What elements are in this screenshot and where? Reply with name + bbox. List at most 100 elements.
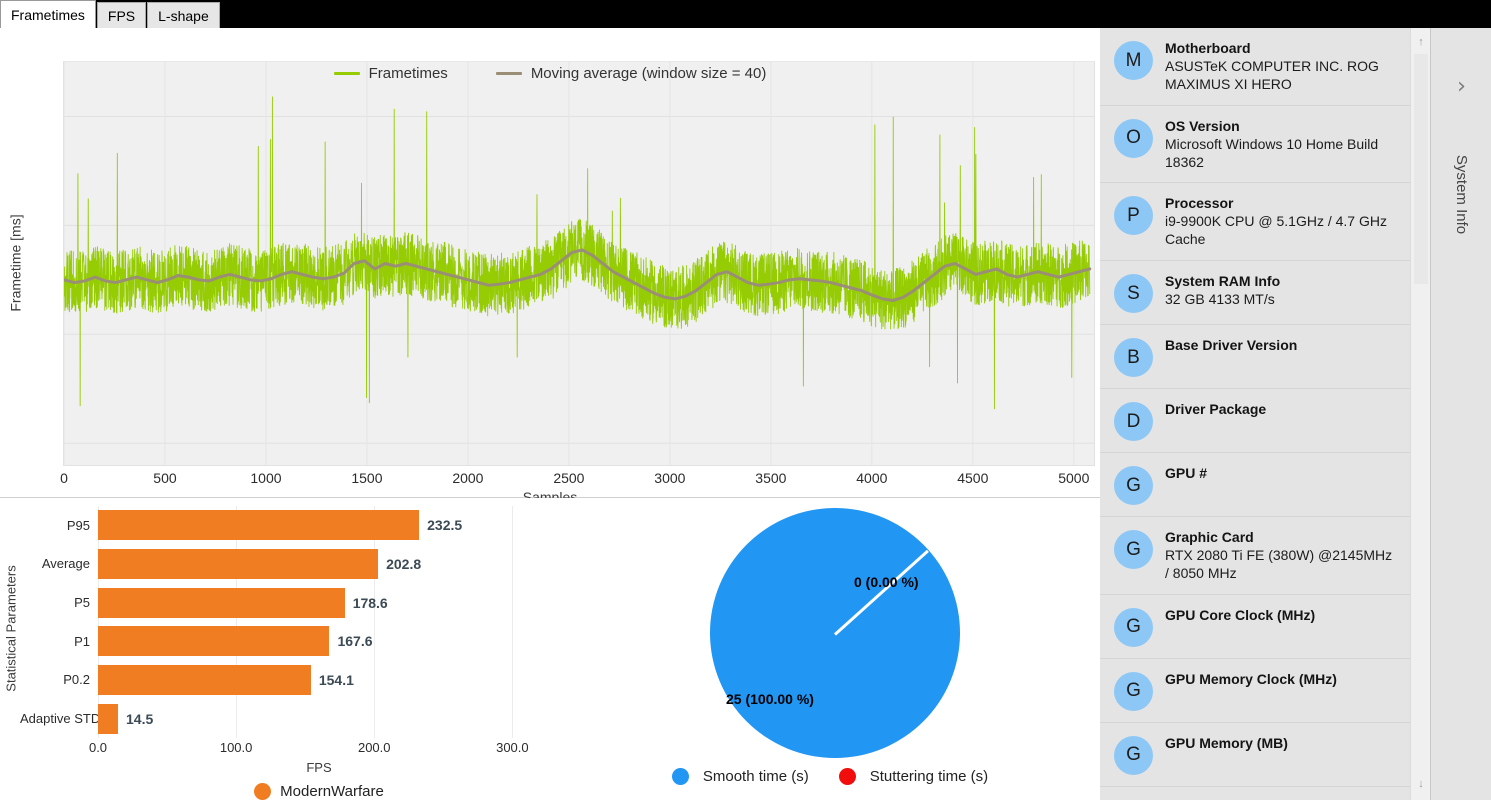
system-info-item[interactable]: CComment [1100,786,1410,800]
bar-fill[interactable] [98,664,311,695]
bar-y-axis-label: Statistical Parameters [3,564,19,692]
bar-value-label: 178.6 [352,594,388,611]
frametimes-plot-area[interactable] [63,61,1095,466]
bar-value-label: 232.5 [427,517,463,534]
scroll-up-icon[interactable]: ↑ [1411,32,1430,52]
app-root: Frametimes FPS L-shape Frametime [ms] Fr… [0,0,1491,800]
system-info-subtitle: i9-9900K CPU @ 5.1GHz / 4.7 GHz Cache [1165,213,1387,248]
frametimes-x-tick: 2000 [452,470,484,486]
title-bar: Frametimes FPS L-shape [0,0,1491,28]
system-info-text: Graphic Card RTX 2080 Ti FE (380W) @2145M… [1165,528,1398,583]
bar-row[interactable]: Adaptive STD 14.5 [20,699,540,738]
system-info-subtitle: 32 GB 4133 MT/s [1165,291,1275,308]
bar-category-label: P5 [74,595,90,611]
system-info-item[interactable]: G GPU Memory (MB) [1100,722,1410,787]
chevron-right-icon[interactable]: › [1431,74,1491,99]
bar-row[interactable]: Average 202.8 [20,545,540,584]
bar-fill[interactable] [98,587,345,618]
bar-row[interactable]: P0.2 154.1 [20,661,540,700]
bar-legend: ModernWarfare [98,783,540,800]
system-info-item[interactable]: O OS Version Microsoft Windows 10 Home Bui… [1100,105,1410,184]
smooth-time-legend-swatch [671,768,689,785]
system-info-item[interactable]: G GPU Memory Clock (MHz) [1100,658,1410,723]
system-info-avatar: D [1114,402,1153,442]
system-info-title: GPU # [1165,465,1208,482]
frametimes-x-tick: 500 [153,470,177,486]
pie-legend: Smooth time (s) Stuttering time (s) [560,768,1100,785]
bar-fill[interactable] [98,510,420,541]
system-info-title: System RAM Info [1165,273,1281,290]
scroll-down-icon[interactable]: ↓ [1411,774,1430,794]
system-info-item[interactable]: M Motherboard ASUSTeK COMPUTER INC. ROG MA… [1100,28,1410,106]
bar-value-label: 14.5 [126,710,154,727]
sidebar-scrollbar[interactable]: ↑ ↓ [1410,28,1430,800]
bar-x-axis-label: FPS [306,760,332,775]
bar-fill[interactable] [98,626,330,657]
system-info-item[interactable]: G GPU Core Clock (MHz) [1100,594,1410,659]
system-info-title: GPU Memory (MB) [1165,734,1288,751]
system-info-avatar: O [1114,118,1153,158]
bar-x-ticks: 0.0 100.0 200.0 300.0 [89,740,540,758]
bar-track: 154.1 [98,664,540,695]
system-info-subtitle: Microsoft Windows 10 Home Build 18362 [1165,135,1379,170]
bar-row[interactable]: P95 232.5 [20,506,540,545]
smooth-stuttering-pie-chart[interactable]: 0 (0.00 %) 25 (100.00 %) Smooth time (s)… [560,498,1100,800]
system-info-avatar: G [1114,466,1153,506]
system-info-item[interactable]: G GPU # [1100,453,1410,518]
frametimes-x-tick: 3500 [755,470,787,486]
system-info-text: GPU Memory Clock (MHz) [1165,670,1398,707]
frametimes-x-tick: 0 [60,470,68,486]
frametimes-y-axis-label: Frametime [ms] [8,214,25,312]
system-info-title: GPU Core Clock (MHz) [1165,606,1316,623]
bar-value-label: 167.6 [337,633,373,650]
frametimes-x-tick: 4500 [957,470,989,486]
system-info-title: Driver Package [1165,401,1267,418]
bar-row[interactable]: P1 167.6 [20,622,540,661]
system-info-avatar: G [1114,607,1153,647]
system-info-title: OS Version [1165,117,1240,134]
bar-x-tick: 100.0 [219,740,253,755]
system-info-item[interactable]: P Processor i9-9900K CPU @ 5.1GHz / 4.7 GH… [1100,183,1410,262]
bar-fill[interactable] [98,703,119,734]
system-info-sidebar[interactable]: M Motherboard ASUSTeK COMPUTER INC. ROG MA… [1100,28,1430,800]
system-info-title: GPU Memory Clock (MHz) [1165,670,1337,687]
system-info-item[interactable]: B Base Driver Version [1100,325,1410,390]
bar-x-tick: 200.0 [357,740,391,755]
system-info-text: Motherboard ASUSTeK COMPUTER INC. ROG MAX… [1165,39,1398,94]
bar-track: 167.6 [98,626,540,657]
system-info-subtitle [1165,419,1398,437]
tab-l-shape[interactable]: L-shape [147,2,220,28]
pie-legend-label-smooth: Smooth time (s) [702,768,809,785]
frametimes-x-tick: 1500 [351,470,383,486]
system-info-collapse-strip[interactable]: › System Info [1430,28,1491,800]
frametimes-x-tick: 4000 [856,470,888,486]
statistical-parameters-chart[interactable]: Statistical Parameters P95 232.5 Average 20… [0,498,560,800]
system-info-item[interactable]: G Graphic Card RTX 2080 Ti FE (380W) @2145… [1100,517,1410,595]
frametimes-x-tick: 2500 [553,470,585,486]
system-info-avatar: P [1114,196,1153,236]
summary-panel: Statistical Parameters P95 232.5 Average 20… [0,498,1100,800]
main-content: Frametime [ms] Frametimes Moving average… [0,28,1100,800]
tab-l-shape-label: L-shape [158,7,209,24]
tab-frametimes[interactable]: Frametimes [0,0,96,28]
scrollbar-thumb[interactable] [1414,54,1428,284]
bar-row[interactable]: P5 178.6 [20,583,540,622]
system-info-avatar: G [1114,671,1153,711]
tab-fps[interactable]: FPS [96,2,147,28]
system-info-subtitle [1165,753,1398,771]
pie-legend-label-stuttering: Stuttering time (s) [869,768,989,785]
system-info-text: OS Version Microsoft Windows 10 Home Buil… [1165,117,1398,172]
bar-fill[interactable] [98,548,379,579]
system-info-text: GPU # [1165,464,1398,501]
tab-fps-label: FPS [107,7,136,24]
system-info-title: Processor [1165,195,1234,212]
system-info-item[interactable]: S System RAM Info 32 GB 4133 MT/s [1100,261,1410,326]
bar-track: 14.5 [98,703,540,734]
system-info-item[interactable]: D Driver Package [1100,389,1410,454]
system-info-avatar: G [1114,530,1153,570]
system-info-strip-label: System Info [1453,154,1471,234]
frametimes-chart-panel[interactable]: Frametime [ms] Frametimes Moving average… [0,28,1100,505]
system-info-text: GPU Core Clock (MHz) [1165,606,1398,643]
pie-graphic[interactable]: 0 (0.00 %) 25 (100.00 %) [710,508,960,758]
system-info-subtitle [1165,483,1398,501]
